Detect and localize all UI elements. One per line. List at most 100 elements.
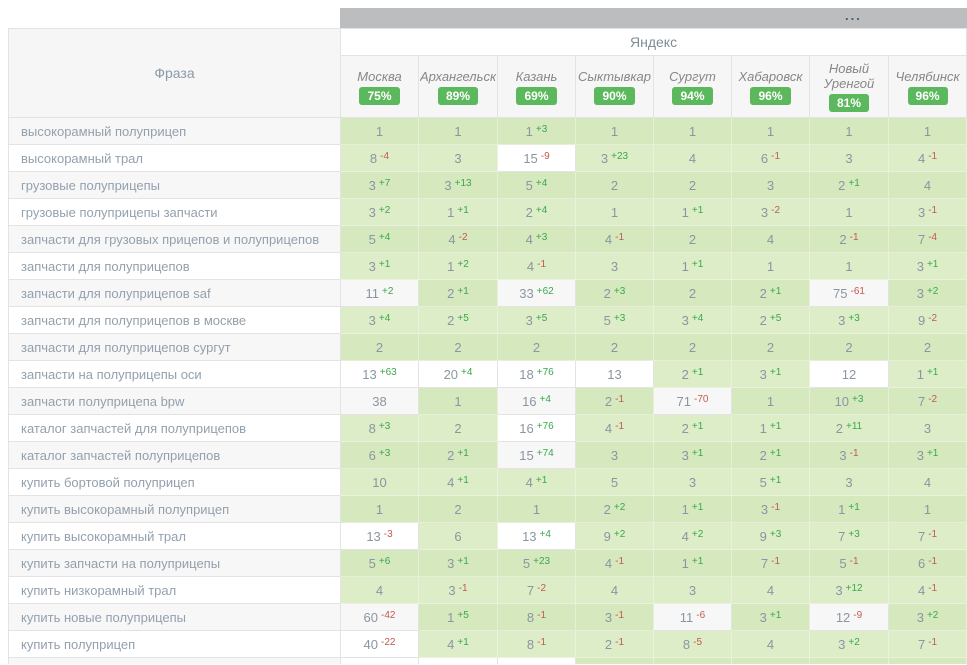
position-cell[interactable]: 3+1 — [732, 604, 810, 631]
position-cell[interactable]: 2 — [498, 334, 576, 361]
table-options-bar[interactable]: ... — [340, 8, 967, 28]
position-cell[interactable]: 3+2 — [889, 604, 967, 631]
position-cell[interactable]: 2 — [889, 334, 967, 361]
position-cell[interactable]: 3+2 — [889, 280, 967, 307]
position-cell[interactable]: 2+1 — [810, 172, 889, 199]
position-cell[interactable]: 3 — [419, 145, 498, 172]
position-cell[interactable]: 4 — [654, 145, 732, 172]
phrase-cell[interactable]: купить полуприцеп — [9, 631, 341, 658]
position-cell[interactable]: 1+1 — [654, 550, 732, 577]
city-column-header[interactable]: Новый Уренгой81% — [810, 56, 889, 118]
phrase-cell[interactable]: купить высокорамный трал — [9, 523, 341, 550]
position-cell[interactable]: 2+3 — [576, 280, 654, 307]
position-cell[interactable]: 4 — [732, 226, 810, 253]
phrase-cell[interactable]: запчасти для полуприцепов сургут — [9, 334, 341, 361]
position-cell[interactable]: 5+6 — [341, 550, 419, 577]
position-cell[interactable]: 2 — [576, 334, 654, 361]
position-cell[interactable]: 10 — [341, 469, 419, 496]
position-cell[interactable]: 4-2 — [419, 226, 498, 253]
position-cell[interactable]: 1+1 — [810, 496, 889, 523]
position-cell[interactable]: 1+1 — [732, 415, 810, 442]
position-cell[interactable]: 3+1 — [419, 550, 498, 577]
position-cell[interactable]: 5+4 — [341, 226, 419, 253]
position-cell[interactable]: 1 — [732, 388, 810, 415]
phrase-cell[interactable]: запчасти для полуприцепов saf — [9, 280, 341, 307]
position-cell[interactable]: 1+3 — [498, 118, 576, 145]
position-cell[interactable]: 3+1 — [889, 253, 967, 280]
position-cell[interactable]: 3+1 — [732, 361, 810, 388]
position-cell[interactable]: 1 — [419, 388, 498, 415]
position-cell[interactable]: 5+23 — [498, 550, 576, 577]
position-cell[interactable]: 4-1 — [576, 415, 654, 442]
position-cell[interactable]: 6-1 — [889, 550, 967, 577]
position-cell[interactable]: 60-42 — [341, 604, 419, 631]
position-cell[interactable]: 6-1 — [732, 145, 810, 172]
position-cell[interactable]: 3+1 — [341, 253, 419, 280]
position-cell[interactable]: 3+4 — [341, 307, 419, 334]
position-cell[interactable]: 13+4 — [498, 523, 576, 550]
position-cell[interactable]: 3+7 — [341, 172, 419, 199]
position-cell[interactable]: 2-1 — [576, 388, 654, 415]
position-cell[interactable]: 4-1 — [576, 226, 654, 253]
position-cell[interactable]: 11+2 — [341, 280, 419, 307]
position-cell[interactable]: 4+2 — [654, 523, 732, 550]
position-cell[interactable]: 1 — [654, 118, 732, 145]
position-cell[interactable]: 2+1 — [654, 361, 732, 388]
position-cell[interactable]: 71-70 — [654, 388, 732, 415]
position-cell[interactable]: 15+74 — [498, 442, 576, 469]
position-cell[interactable]: 3+4 — [654, 307, 732, 334]
position-cell[interactable]: 3 — [654, 469, 732, 496]
city-column-header[interactable]: Хабаровск96% — [732, 56, 810, 118]
phrase-cell[interactable]: запчасти на полуприцепы оси — [9, 361, 341, 388]
position-cell[interactable]: 2+4 — [498, 199, 576, 226]
position-cell[interactable]: 1 — [732, 118, 810, 145]
position-cell[interactable]: 2 — [732, 334, 810, 361]
phrase-cell[interactable]: запчасти полуприцепа bpw — [9, 388, 341, 415]
position-cell[interactable]: 4+3 — [498, 226, 576, 253]
position-cell[interactable]: 40-22 — [341, 631, 419, 658]
position-cell[interactable]: 3 — [810, 145, 889, 172]
phrase-cell[interactable]: запчасти для полуприцепов — [9, 253, 341, 280]
phrase-cell[interactable]: запчасти для полуприцепов в москве — [9, 307, 341, 334]
position-cell[interactable]: 2-1 — [810, 226, 889, 253]
position-cell[interactable]: 1 — [576, 118, 654, 145]
position-cell[interactable]: 3+3 — [810, 307, 889, 334]
position-cell[interactable]: 2+1 — [419, 442, 498, 469]
position-cell[interactable]: 16+4 — [498, 388, 576, 415]
position-cell[interactable]: 10+3 — [810, 388, 889, 415]
position-cell[interactable]: 3-1 — [889, 199, 967, 226]
position-cell[interactable]: 4 — [732, 631, 810, 658]
position-cell[interactable]: 2 — [654, 226, 732, 253]
position-cell[interactable]: 3 — [576, 442, 654, 469]
position-cell[interactable]: 2+1 — [732, 280, 810, 307]
position-cell[interactable]: 1+1 — [654, 253, 732, 280]
position-cell[interactable]: 5+4 — [498, 172, 576, 199]
position-cell[interactable]: 1 — [732, 253, 810, 280]
position-cell[interactable]: 4 — [732, 577, 810, 604]
position-cell[interactable]: 8-4 — [341, 145, 419, 172]
position-cell[interactable]: 3+2 — [810, 631, 889, 658]
position-cell[interactable]: 6+3 — [341, 442, 419, 469]
position-cell[interactable]: 2+1 — [419, 280, 498, 307]
position-cell[interactable]: 5+1 — [732, 469, 810, 496]
position-cell[interactable]: 7+3 — [810, 523, 889, 550]
position-cell[interactable]: 3 — [576, 253, 654, 280]
position-cell[interactable]: 7-4 — [889, 226, 967, 253]
position-cell[interactable]: 1 — [889, 496, 967, 523]
phrase-cell[interactable]: запчасти для грузовых прицепов и полупри… — [9, 226, 341, 253]
position-cell[interactable]: 1 — [498, 496, 576, 523]
position-cell[interactable]: 4 — [889, 172, 967, 199]
more-options-icon[interactable]: ... — [845, 7, 862, 25]
position-cell[interactable]: 38 — [341, 388, 419, 415]
position-cell[interactable]: 1 — [419, 118, 498, 145]
position-cell[interactable]: 4 — [889, 469, 967, 496]
position-cell[interactable]: 33+62 — [498, 280, 576, 307]
position-cell[interactable]: 2+5 — [419, 307, 498, 334]
city-column-header[interactable]: Челябинск96% — [889, 56, 967, 118]
position-cell[interactable]: 4+1 — [419, 469, 498, 496]
phrase-cell[interactable]: каталог запчастей для полуприцепов — [9, 415, 341, 442]
position-cell[interactable]: 1 — [576, 199, 654, 226]
position-cell[interactable]: 3-1 — [576, 604, 654, 631]
position-cell[interactable]: 75-61 — [810, 280, 889, 307]
position-cell[interactable]: 3 — [810, 469, 889, 496]
